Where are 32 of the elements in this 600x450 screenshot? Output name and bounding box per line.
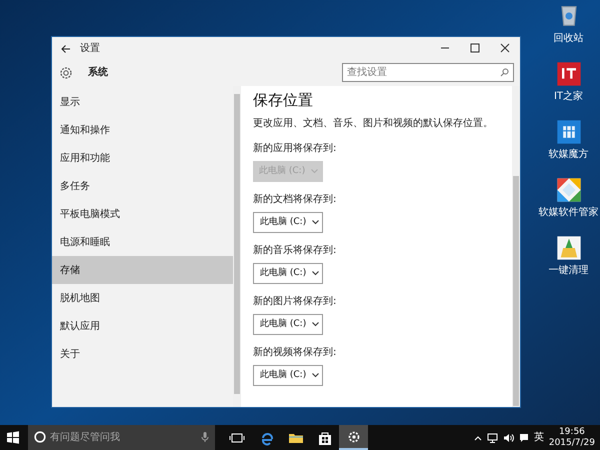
desktop-icon-label[interactable]: 软媒魔方 bbox=[548, 148, 588, 161]
desktop-icon-label[interactable]: 软媒软件管家 bbox=[538, 206, 598, 219]
location-dropdown[interactable]: 此电脑 (C:) bbox=[253, 365, 323, 386]
section-title: 系统 bbox=[88, 66, 109, 80]
sidebar-item[interactable]: 多任务 bbox=[52, 172, 233, 200]
input-method-indicator[interactable]: 英 bbox=[534, 430, 544, 445]
setting-label: 新的音乐将保存到: bbox=[253, 244, 338, 258]
desktop-icon-label[interactable]: 一键清理 bbox=[548, 264, 588, 277]
page-heading: 保存位置 bbox=[253, 90, 314, 110]
location-dropdown[interactable]: 此电脑 (C:) bbox=[253, 212, 323, 233]
window-title: 设置 bbox=[80, 42, 101, 56]
sidebar-item[interactable]: 应用和功能 bbox=[52, 144, 233, 172]
desktop-icon-label[interactable]: IT之家 bbox=[554, 90, 584, 103]
sidebar-item[interactable]: 脱机地图 bbox=[52, 284, 233, 312]
location-dropdown[interactable]: 此电脑 (C:) bbox=[253, 314, 323, 335]
sidebar-item[interactable]: 平板电脑模式 bbox=[52, 200, 233, 228]
sidebar-item[interactable]: 电源和睡眠 bbox=[52, 228, 233, 256]
page-description: 更改应用、文档、音乐、图片和视频的默认保存位置。 bbox=[253, 116, 494, 131]
desktop-icon-label[interactable]: 回收站 bbox=[554, 32, 584, 45]
location-dropdown[interactable]: 此电脑 (C:) bbox=[253, 263, 323, 284]
setting-label: 新的图片将保存到: bbox=[253, 294, 338, 309]
sidebar-item[interactable]: 通知和操作 bbox=[52, 116, 233, 144]
sidebar-item[interactable]: 存储 bbox=[52, 256, 233, 284]
search-field[interactable]: 查找设置 bbox=[342, 63, 514, 82]
sidebar-item[interactable]: 默认应用 bbox=[52, 312, 233, 340]
setting-label: 新的文档将保存到: bbox=[253, 192, 338, 207]
taskbar-search-field[interactable]: 有问题尽管问我 bbox=[28, 425, 215, 450]
setting-label: 新的应用将保存到: bbox=[253, 142, 338, 156]
sidebar-item[interactable]: 关于 bbox=[52, 340, 233, 368]
setting-label: 新的视频将保存到: bbox=[253, 346, 338, 360]
clock[interactable]: 19:56 2015/7/29 bbox=[548, 426, 595, 448]
sidebar-item[interactable]: 显示 bbox=[52, 88, 233, 116]
